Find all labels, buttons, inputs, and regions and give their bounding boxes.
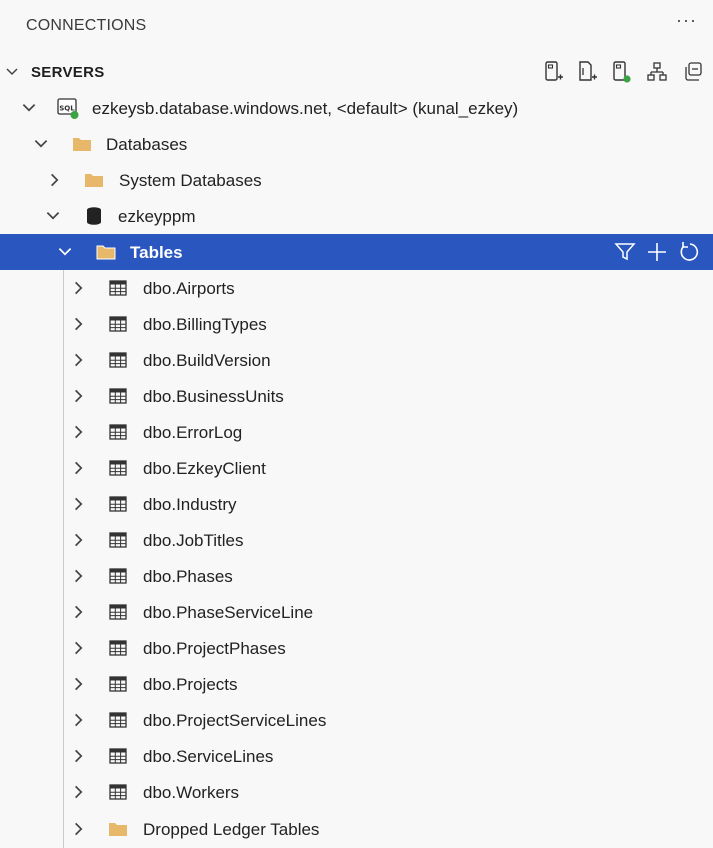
table-row[interactable]: dbo.PhaseServiceLine xyxy=(0,594,713,630)
server-node[interactable]: SQL ezkeysb.database.windows.net, <defau… xyxy=(0,90,713,126)
table-row[interactable]: dbo.Phases xyxy=(0,558,713,594)
chevron-down-icon[interactable] xyxy=(32,135,50,153)
system-databases-label: System Databases xyxy=(119,171,262,190)
connections-header: CONNECTIONS ··· xyxy=(0,0,713,54)
databases-folder-node[interactable]: Databases xyxy=(0,126,713,162)
chevron-right-icon[interactable] xyxy=(70,531,88,549)
table-icon xyxy=(109,496,127,512)
folder-icon xyxy=(73,138,91,151)
table-icon xyxy=(109,748,127,764)
table-icon xyxy=(109,424,127,440)
more-actions-icon[interactable]: ··· xyxy=(676,10,697,31)
database-label: ezkeyppm xyxy=(118,207,196,226)
table-icon xyxy=(109,640,127,656)
table-label: dbo.ServiceLines xyxy=(143,747,274,766)
table-row[interactable]: dbo.ProjectPhases xyxy=(0,630,713,666)
table-row[interactable]: dbo.EzkeyClient xyxy=(0,450,713,486)
table-row[interactable]: dbo.JobTitles xyxy=(0,522,713,558)
table-label: dbo.Workers xyxy=(143,783,240,802)
system-databases-node[interactable]: System Databases xyxy=(0,162,713,198)
table-icon xyxy=(109,532,127,548)
new-query-icon[interactable] xyxy=(575,60,599,84)
collapse-all-icon[interactable] xyxy=(681,60,705,84)
table-icon xyxy=(109,712,127,728)
table-row[interactable]: dbo.BillingTypes xyxy=(0,306,713,342)
table-label: dbo.Phases xyxy=(143,567,233,586)
dropped-ledger-tables-node[interactable]: Dropped Ledger Tables xyxy=(0,811,713,847)
chevron-right-icon[interactable] xyxy=(70,315,88,333)
server-label: ezkeysb.database.windows.net, <default> … xyxy=(92,99,519,118)
table-label: dbo.BusinessUnits xyxy=(143,387,284,406)
chevron-right-icon[interactable] xyxy=(70,459,88,477)
table-label: dbo.BillingTypes xyxy=(143,315,267,334)
table-row[interactable]: dbo.BuildVersion xyxy=(0,342,713,378)
chevron-right-icon[interactable] xyxy=(70,495,88,513)
table-icon xyxy=(109,352,127,368)
table-row[interactable]: dbo.Industry xyxy=(0,486,713,522)
table-label: dbo.ErrorLog xyxy=(143,423,243,442)
servers-section-label: SERVERS xyxy=(31,64,105,81)
chevron-right-icon[interactable] xyxy=(70,351,88,369)
table-row[interactable]: dbo.ServiceLines xyxy=(0,738,713,774)
table-row[interactable]: dbo.Projects xyxy=(0,666,713,702)
add-icon[interactable] xyxy=(645,240,669,264)
folder-icon xyxy=(96,245,116,260)
chevron-right-icon[interactable] xyxy=(70,820,88,838)
table-row[interactable]: dbo.BusinessUnits xyxy=(0,378,713,414)
svg-text:SQL: SQL xyxy=(59,105,75,113)
chevron-down-icon[interactable] xyxy=(4,64,20,80)
new-connection-icon[interactable] xyxy=(541,60,565,84)
table-label: dbo.EzkeyClient xyxy=(143,459,266,478)
chevron-right-icon[interactable] xyxy=(70,387,88,405)
active-connections-icon[interactable] xyxy=(609,60,633,84)
table-icon xyxy=(109,676,127,692)
chevron-down-icon[interactable] xyxy=(44,207,62,225)
chevron-right-icon[interactable] xyxy=(70,639,88,657)
table-label: dbo.ProjectServiceLines xyxy=(143,711,327,730)
table-icon xyxy=(109,784,127,800)
table-row[interactable]: dbo.Airports xyxy=(0,270,713,306)
chevron-right-icon[interactable] xyxy=(70,711,88,729)
table-icon xyxy=(109,388,127,404)
connections-title: CONNECTIONS xyxy=(26,17,147,34)
folder-icon xyxy=(85,174,103,187)
servers-section-header[interactable]: SERVERS xyxy=(0,54,713,90)
chevron-right-icon[interactable] xyxy=(70,279,88,297)
chevron-right-icon[interactable] xyxy=(46,171,64,189)
table-icon xyxy=(109,604,127,620)
database-icon xyxy=(87,207,101,225)
table-label: dbo.PhaseServiceLine xyxy=(143,603,314,622)
chevron-right-icon[interactable] xyxy=(70,675,88,693)
table-icon xyxy=(109,280,127,296)
database-node[interactable]: ezkeyppm xyxy=(0,198,713,234)
table-label: dbo.Industry xyxy=(143,495,237,514)
sql-server-icon: SQL xyxy=(57,98,79,119)
table-label: dbo.Projects xyxy=(143,675,238,694)
chevron-right-icon[interactable] xyxy=(70,567,88,585)
filter-icon[interactable] xyxy=(613,240,637,264)
table-label: dbo.Airports xyxy=(143,279,235,298)
table-label: dbo.JobTitles xyxy=(143,531,244,550)
databases-folder-label: Databases xyxy=(106,135,188,154)
table-icon xyxy=(109,316,127,332)
tables-folder-label: Tables xyxy=(130,243,183,262)
tables-folder-node[interactable]: Tables xyxy=(0,234,713,270)
table-row[interactable]: dbo.ProjectServiceLines xyxy=(0,702,713,738)
chevron-right-icon[interactable] xyxy=(70,783,88,801)
folder-icon xyxy=(109,823,127,836)
table-row[interactable]: dbo.ErrorLog xyxy=(0,414,713,450)
chevron-right-icon[interactable] xyxy=(70,747,88,765)
chevron-down-icon[interactable] xyxy=(56,243,74,261)
table-icon xyxy=(109,568,127,584)
table-label: dbo.BuildVersion xyxy=(143,351,271,370)
dropped-ledger-tables-label: Dropped Ledger Tables xyxy=(143,820,320,839)
refresh-icon[interactable] xyxy=(677,240,701,264)
chevron-down-icon[interactable] xyxy=(20,99,38,117)
server-groups-icon[interactable] xyxy=(645,60,669,84)
chevron-right-icon[interactable] xyxy=(70,423,88,441)
table-label: dbo.ProjectPhases xyxy=(143,639,286,658)
table-icon xyxy=(109,460,127,476)
table-row[interactable]: dbo.Workers xyxy=(0,774,713,810)
chevron-right-icon[interactable] xyxy=(70,603,88,621)
